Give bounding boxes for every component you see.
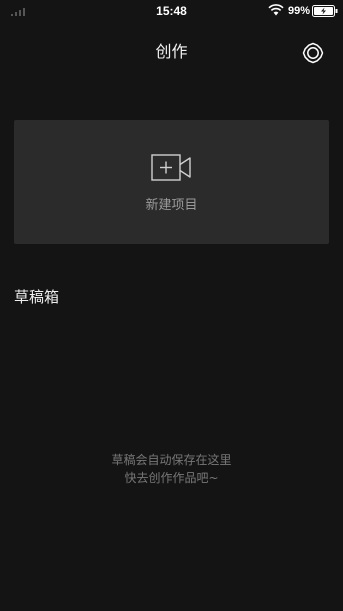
drafts-title: 草稿箱 [14,288,60,306]
new-project-label: 新建项目 [145,198,198,213]
wifi-icon [268,4,284,16]
page-title: 创作 [155,42,188,61]
new-project-button[interactable]: 新建项目 [14,120,329,244]
video-camera-add-icon [151,154,191,181]
nav-bar: 创作 [0,30,343,74]
battery-percent: 99% [288,5,311,17]
empty-message-line-1: 草稿会自动保存在这里 [111,453,232,467]
empty-message-line-2: 快去创作作品吧~ [124,471,219,485]
status-bar: 15:48 99% [0,0,343,24]
drafts-empty-state: 草稿会自动保存在这里 快去创作作品吧~ [0,451,343,487]
battery-charging-icon [312,5,338,17]
gear-icon[interactable] [301,41,325,65]
